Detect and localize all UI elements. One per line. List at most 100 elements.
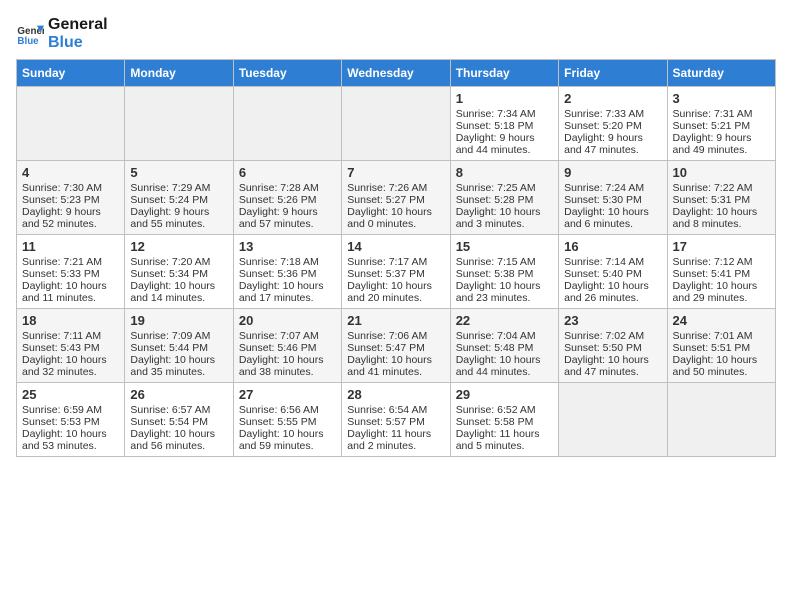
day-number: 27 [239,387,336,402]
day-info: Sunrise: 7:22 AMSunset: 5:31 PMDaylight:… [673,182,758,230]
day-info: Sunrise: 7:30 AMSunset: 5:23 PMDaylight:… [22,182,102,230]
logo-icon: General Blue [16,20,44,48]
calendar-cell: 10 Sunrise: 7:22 AMSunset: 5:31 PMDayligh… [667,161,775,235]
calendar-week-1: 1 Sunrise: 7:34 AMSunset: 5:18 PMDaylight… [17,87,776,161]
calendar-cell: 19 Sunrise: 7:09 AMSunset: 5:44 PMDayligh… [125,309,233,383]
calendar-cell: 24 Sunrise: 7:01 AMSunset: 5:51 PMDayligh… [667,309,775,383]
day-number: 24 [673,313,770,328]
day-number: 16 [564,239,661,254]
day-number: 18 [22,313,119,328]
calendar-cell: 29 Sunrise: 6:52 AMSunset: 5:58 PMDayligh… [450,383,558,457]
day-info: Sunrise: 6:54 AMSunset: 5:57 PMDaylight:… [347,404,431,452]
day-number: 5 [130,165,227,180]
day-info: Sunrise: 7:34 AMSunset: 5:18 PMDaylight:… [456,108,536,156]
calendar-cell: 23 Sunrise: 7:02 AMSunset: 5:50 PMDayligh… [559,309,667,383]
calendar-cell [125,87,233,161]
day-number: 15 [456,239,553,254]
calendar-cell: 26Sunrise: 6:57 AMSunset: 5:54 PMDayligh… [125,383,233,457]
day-info: Sunrise: 6:56 AMSunset: 5:55 PMDaylight:… [239,404,324,452]
day-number: 10 [673,165,770,180]
day-info: Sunrise: 7:04 AMSunset: 5:48 PMDaylight:… [456,330,541,378]
day-info: Sunrise: 7:26 AMSunset: 5:27 PMDaylight:… [347,182,432,230]
day-number: 19 [130,313,227,328]
day-info: Sunrise: 7:02 AMSunset: 5:50 PMDaylight:… [564,330,649,378]
calendar-cell: 28 Sunrise: 6:54 AMSunset: 5:57 PMDayligh… [342,383,450,457]
calendar-cell: 25Sunrise: 6:59 AMSunset: 5:53 PMDayligh… [17,383,125,457]
day-number: 12 [130,239,227,254]
day-number: 11 [22,239,119,254]
day-number: 8 [456,165,553,180]
day-number: 29 [456,387,553,402]
day-info: Sunrise: 7:15 AMSunset: 5:38 PMDaylight:… [456,256,541,304]
day-number: 6 [239,165,336,180]
day-number: 28 [347,387,444,402]
column-header-tuesday: Tuesday [233,60,341,87]
calendar-week-5: 25Sunrise: 6:59 AMSunset: 5:53 PMDayligh… [17,383,776,457]
calendar-cell: 12 Sunrise: 7:20 AMSunset: 5:34 PMDayligh… [125,235,233,309]
calendar-cell: 1 Sunrise: 7:34 AMSunset: 5:18 PMDaylight… [450,87,558,161]
day-info: Sunrise: 7:07 AMSunset: 5:46 PMDaylight:… [239,330,324,378]
day-number: 21 [347,313,444,328]
calendar-cell: 15 Sunrise: 7:15 AMSunset: 5:38 PMDayligh… [450,235,558,309]
column-header-friday: Friday [559,60,667,87]
day-number: 7 [347,165,444,180]
day-number: 2 [564,91,661,106]
calendar-cell [559,383,667,457]
day-number: 1 [456,91,553,106]
day-number: 17 [673,239,770,254]
calendar-cell: 16 Sunrise: 7:14 AMSunset: 5:40 PMDayligh… [559,235,667,309]
calendar-cell: 14 Sunrise: 7:17 AMSunset: 5:37 PMDayligh… [342,235,450,309]
day-info: Sunrise: 7:33 AMSunset: 5:20 PMDaylight:… [564,108,644,156]
day-info: Sunrise: 7:06 AMSunset: 5:47 PMDaylight:… [347,330,432,378]
day-number: 14 [347,239,444,254]
day-number: 25 [22,387,119,402]
calendar-cell: 7 Sunrise: 7:26 AMSunset: 5:27 PMDaylight… [342,161,450,235]
calendar-cell [233,87,341,161]
column-header-thursday: Thursday [450,60,558,87]
day-number: 9 [564,165,661,180]
calendar-cell: 5 Sunrise: 7:29 AMSunset: 5:24 PMDaylight… [125,161,233,235]
logo-text: GeneralBlue [48,16,108,51]
day-number: 13 [239,239,336,254]
day-info: Sunrise: 7:20 AMSunset: 5:34 PMDaylight:… [130,256,215,304]
day-number: 20 [239,313,336,328]
calendar-cell: 8 Sunrise: 7:25 AMSunset: 5:28 PMDaylight… [450,161,558,235]
day-number: 22 [456,313,553,328]
calendar-week-3: 11 Sunrise: 7:21 AMSunset: 5:33 PMDayligh… [17,235,776,309]
day-info: Sunrise: 7:21 AMSunset: 5:33 PMDaylight:… [22,256,107,304]
calendar-week-2: 4 Sunrise: 7:30 AMSunset: 5:23 PMDaylight… [17,161,776,235]
day-info: Sunrise: 6:52 AMSunset: 5:58 PMDaylight:… [456,404,540,452]
day-info: Sunrise: 7:31 AMSunset: 5:21 PMDaylight:… [673,108,753,156]
logo: General Blue GeneralBlue [16,16,108,51]
column-header-wednesday: Wednesday [342,60,450,87]
calendar-cell: 2 Sunrise: 7:33 AMSunset: 5:20 PMDaylight… [559,87,667,161]
header: General Blue GeneralBlue [16,16,776,51]
calendar-cell: 3 Sunrise: 7:31 AMSunset: 5:21 PMDaylight… [667,87,775,161]
calendar-cell: 9Sunrise: 7:24 AMSunset: 5:30 PMDaylight… [559,161,667,235]
calendar-cell [342,87,450,161]
day-number: 4 [22,165,119,180]
day-info: Sunrise: 7:17 AMSunset: 5:37 PMDaylight:… [347,256,432,304]
day-info: Sunrise: 7:14 AMSunset: 5:40 PMDaylight:… [564,256,649,304]
day-info: Sunrise: 7:29 AMSunset: 5:24 PMDaylight:… [130,182,210,230]
calendar-cell: 18 Sunrise: 7:11 AMSunset: 5:43 PMDayligh… [17,309,125,383]
calendar-header-row: SundayMondayTuesdayWednesdayThursdayFrid… [17,60,776,87]
day-number: 23 [564,313,661,328]
calendar-cell: 21 Sunrise: 7:06 AMSunset: 5:47 PMDayligh… [342,309,450,383]
day-info: Sunrise: 7:09 AMSunset: 5:44 PMDaylight:… [130,330,215,378]
day-info: Sunrise: 7:11 AMSunset: 5:43 PMDaylight:… [22,330,107,378]
day-info: Sunrise: 7:18 AMSunset: 5:36 PMDaylight:… [239,256,324,304]
column-header-sunday: Sunday [17,60,125,87]
calendar-cell: 11 Sunrise: 7:21 AMSunset: 5:33 PMDayligh… [17,235,125,309]
day-info: Sunrise: 7:01 AMSunset: 5:51 PMDaylight:… [673,330,758,378]
calendar-cell: 17 Sunrise: 7:12 AMSunset: 5:41 PMDayligh… [667,235,775,309]
calendar-cell: 13 Sunrise: 7:18 AMSunset: 5:36 PMDayligh… [233,235,341,309]
day-number: 3 [673,91,770,106]
day-info: Sunrise: 7:28 AMSunset: 5:26 PMDaylight:… [239,182,319,230]
calendar-week-4: 18 Sunrise: 7:11 AMSunset: 5:43 PMDayligh… [17,309,776,383]
day-info: Sunrise: 7:25 AMSunset: 5:28 PMDaylight:… [456,182,541,230]
svg-text:Blue: Blue [17,35,39,46]
calendar-cell: 20 Sunrise: 7:07 AMSunset: 5:46 PMDayligh… [233,309,341,383]
day-info: Sunrise: 7:12 AMSunset: 5:41 PMDaylight:… [673,256,758,304]
calendar-cell [17,87,125,161]
